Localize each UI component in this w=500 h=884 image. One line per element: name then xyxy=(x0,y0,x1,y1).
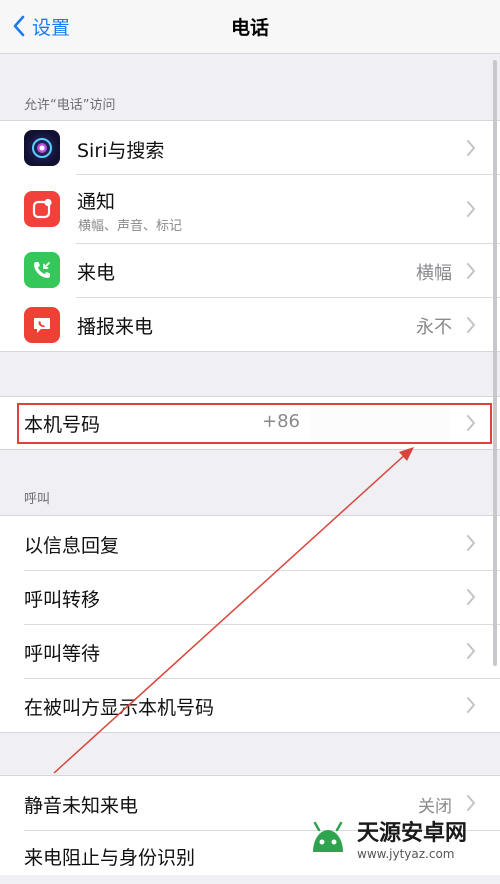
annotation-arrow xyxy=(53,447,414,774)
watermark-title: 天源安卓网 xyxy=(357,821,468,846)
watermark-subtitle: www.jytyaz.com xyxy=(357,847,455,861)
watermark: 天源安卓网 www.jytyaz.com xyxy=(305,815,467,861)
android-logo-icon xyxy=(313,821,343,852)
